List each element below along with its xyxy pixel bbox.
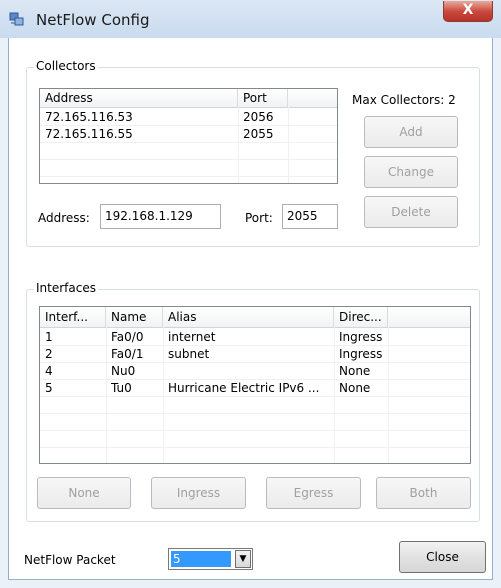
- column-header-name[interactable]: Name: [106, 307, 163, 327]
- interface-direction: None: [339, 364, 371, 378]
- title-bar: NetFlow Config X: [0, 0, 501, 38]
- direction-ingress-button[interactable]: Ingress: [151, 477, 246, 509]
- interface-direction: Ingress: [339, 330, 383, 344]
- collector-address: 72.165.116.53: [45, 110, 133, 124]
- address-input[interactable]: 192.168.1.129: [100, 204, 221, 229]
- interface-alias: internet: [168, 330, 216, 344]
- interface-index: 2: [45, 347, 53, 361]
- interface-alias: [163, 363, 334, 380]
- interfaces-group-label: Interfaces: [34, 281, 98, 295]
- column-header-port[interactable]: Port: [238, 89, 288, 107]
- grid-line: [40, 413, 470, 414]
- interface-index: 5: [45, 381, 53, 395]
- column-header-direction[interactable]: Direc...: [334, 307, 388, 327]
- interface-name: Fa0/0: [111, 330, 144, 344]
- interface-alias: subnet: [168, 347, 210, 361]
- column-header-alias[interactable]: Alias: [163, 307, 334, 327]
- interface-row[interactable]: 2 Fa0/1 subnet Ingress: [40, 346, 470, 363]
- direction-egress-button[interactable]: Egress: [266, 477, 361, 509]
- direction-both-button[interactable]: Both: [376, 477, 471, 509]
- netflow-app-icon: [9, 11, 25, 27]
- grid-line: [40, 176, 337, 177]
- grid-line: [40, 447, 470, 448]
- interface-row[interactable]: 1 Fa0/0 internet Ingress: [40, 329, 470, 346]
- collector-port: 2055: [243, 127, 274, 141]
- interface-direction: Ingress: [339, 347, 383, 361]
- grid-line: [40, 159, 337, 160]
- interfaces-list-header: Interf... Name Alias Direc...: [40, 307, 470, 328]
- collector-row[interactable]: 72.165.116.53 2056: [40, 109, 337, 126]
- netflow-packet-value: 5: [171, 551, 231, 567]
- interfaces-list[interactable]: Interf... Name Alias Direc... 1 Fa0/0 in…: [39, 306, 471, 464]
- port-input[interactable]: 2055: [282, 204, 338, 229]
- interface-row[interactable]: 5 Tu0 Hurricane Electric IPv6 ... None: [40, 380, 470, 397]
- delete-button[interactable]: Delete: [364, 196, 458, 228]
- column-header-address[interactable]: Address: [40, 89, 238, 107]
- collector-row[interactable]: 72.165.116.55 2055: [40, 126, 337, 143]
- grid-line: [40, 430, 470, 431]
- max-collectors-label: Max Collectors: 2: [352, 93, 456, 107]
- collectors-list[interactable]: Address Port 72.165.116.53 2056 72.165.1…: [39, 88, 338, 184]
- collectors-list-header: Address Port: [40, 89, 337, 108]
- close-icon: X: [462, 2, 474, 18]
- address-field-label: Address:: [38, 211, 90, 225]
- netflow-packet-select[interactable]: 5 ▼: [168, 548, 253, 570]
- interface-name: Fa0/1: [111, 347, 144, 361]
- column-header-blank[interactable]: [288, 89, 337, 107]
- add-button[interactable]: Add: [364, 116, 458, 148]
- interface-alias: Hurricane Electric IPv6 ...: [168, 381, 320, 395]
- interface-row[interactable]: 4 Nu0 None: [40, 363, 470, 380]
- interface-name: Nu0: [111, 364, 136, 378]
- change-button[interactable]: Change: [364, 156, 458, 188]
- collectors-group-label: Collectors: [34, 59, 98, 73]
- netflow-packet-label: NetFlow Packet: [24, 553, 116, 567]
- netflow-config-window: NetFlow Config X Collectors Address Port…: [0, 0, 501, 588]
- window-title: NetFlow Config: [36, 11, 150, 29]
- column-header-interface[interactable]: Interf...: [40, 307, 106, 327]
- interface-direction: None: [339, 381, 371, 395]
- interface-index: 1: [45, 330, 53, 344]
- collector-port: 2056: [243, 110, 274, 124]
- interface-index: 4: [45, 364, 53, 378]
- column-header-blank[interactable]: [388, 307, 470, 327]
- close-button[interactable]: Close: [399, 541, 486, 573]
- port-field-label: Port:: [245, 211, 273, 225]
- interface-name: Tu0: [111, 381, 132, 395]
- collector-address: 72.165.116.55: [45, 127, 133, 141]
- chevron-down-icon[interactable]: ▼: [235, 550, 251, 568]
- direction-none-button[interactable]: None: [37, 477, 131, 509]
- close-window-button[interactable]: X: [443, 1, 493, 22]
